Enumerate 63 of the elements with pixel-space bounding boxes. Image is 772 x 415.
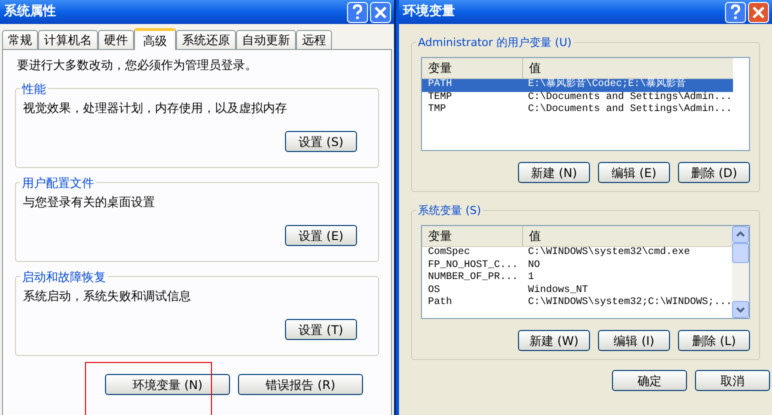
notice-text: 要进行大多数改动，您必须作为管理员登录。 bbox=[16, 57, 258, 74]
button[interactable]: 环境变量 (N) bbox=[105, 374, 230, 395]
help-icon[interactable] bbox=[347, 2, 368, 22]
button[interactable]: 设置 (T) bbox=[285, 319, 357, 340]
variable-value: C:\Documents and Settings\Admin... bbox=[526, 104, 733, 116]
help-icon[interactable] bbox=[725, 2, 746, 22]
variable-name: Path bbox=[426, 297, 453, 310]
list-row[interactable]: TMP C:\Documents and Settings\Admin... bbox=[422, 104, 733, 116]
list-row[interactable]: TEMP C:\Documents and Settings\Admin... bbox=[422, 92, 733, 104]
group-description: 与您登录有关的桌面设置 bbox=[23, 194, 156, 211]
scroll-up-icon[interactable] bbox=[732, 226, 749, 243]
group-title: 用户配置文件 bbox=[20, 174, 96, 192]
group-description: 系统启动，系统失败和调试信息 bbox=[23, 288, 192, 305]
button[interactable]: 删除 (L) bbox=[678, 330, 750, 351]
variable-value: C:\WINDOWS\system32;C:\WINDOWS;... bbox=[526, 297, 732, 310]
button[interactable]: 设置 (S) bbox=[285, 131, 357, 152]
close-icon[interactable] bbox=[370, 2, 391, 22]
variable-name: TMP bbox=[426, 104, 447, 116]
variable-value: E:\暴风影音\Codec;E:\暴风影音 bbox=[526, 79, 687, 92]
group-title: 性能 bbox=[20, 80, 48, 98]
button[interactable]: 新建 (N) bbox=[518, 162, 590, 183]
button[interactable]: 编辑 (I) bbox=[598, 330, 670, 351]
list-row[interactable]: Path C:\WINDOWS\system32;C:\WINDOWS;... bbox=[422, 297, 732, 310]
column-header[interactable]: 变量 bbox=[422, 58, 522, 78]
button[interactable]: 删除 (D) bbox=[678, 162, 750, 183]
tab[interactable]: 硬件 bbox=[98, 30, 134, 49]
variable-name: PATH bbox=[426, 79, 453, 92]
variable-name: TEMP bbox=[426, 92, 453, 104]
tab[interactable]: 自动更新 bbox=[236, 30, 296, 49]
scroll-thumb[interactable] bbox=[732, 243, 749, 263]
tab[interactable]: 系统还原 bbox=[176, 30, 236, 49]
tab[interactable]: 计算机名 bbox=[38, 30, 98, 49]
button[interactable]: 取消 bbox=[695, 370, 770, 391]
variable-name: NUMBER_OF_PR... bbox=[426, 272, 519, 284]
variable-value: Windows_NT bbox=[526, 284, 589, 296]
window-title: 环境变量 bbox=[402, 2, 455, 22]
column-header[interactable]: 变量 bbox=[422, 226, 522, 246]
scroll-down-icon[interactable] bbox=[732, 301, 749, 318]
variable-value: C:\Documents and Settings\Admin... bbox=[526, 92, 733, 104]
scrollbar[interactable] bbox=[732, 226, 749, 318]
variable-value: NO bbox=[526, 260, 541, 272]
variable-name: FP_NO_HOST_C... bbox=[426, 260, 519, 272]
list-row[interactable]: OS Windows_NT bbox=[422, 284, 732, 297]
list-row[interactable]: FP_NO_HOST_C... NO bbox=[422, 260, 732, 272]
group-title: 启动和故障恢复 bbox=[20, 268, 108, 286]
button[interactable]: 编辑 (E) bbox=[598, 162, 670, 183]
button[interactable]: 确定 bbox=[612, 370, 687, 391]
button[interactable]: 新建 (W) bbox=[518, 330, 590, 351]
list-row[interactable]: ComSpec C:\WINDOWS\system32\cmd.exe bbox=[422, 247, 732, 260]
list-row[interactable]: NUMBER_OF_PR... 1 bbox=[422, 272, 732, 284]
variable-value: C:\WINDOWS\system32\cmd.exe bbox=[526, 247, 691, 260]
window-title: 系统属性 bbox=[3, 2, 56, 22]
button[interactable]: 错误报告 (R) bbox=[238, 374, 363, 395]
button[interactable]: 设置 (E) bbox=[285, 225, 357, 246]
close-icon[interactable] bbox=[748, 2, 769, 22]
tab[interactable]: 远程 bbox=[296, 30, 332, 49]
tab[interactable]: 常规 bbox=[2, 30, 38, 49]
variable-value: 1 bbox=[526, 272, 535, 284]
tab[interactable]: 高级 bbox=[134, 28, 176, 50]
list-row[interactable]: PATH E:\暴风影音\Codec;E:\暴风影音 bbox=[422, 79, 733, 92]
variable-name: ComSpec bbox=[426, 247, 471, 260]
group-description: 视觉效果，处理器计划，内存使用，以及虚拟内存 bbox=[23, 100, 288, 117]
variable-name: OS bbox=[426, 284, 441, 296]
